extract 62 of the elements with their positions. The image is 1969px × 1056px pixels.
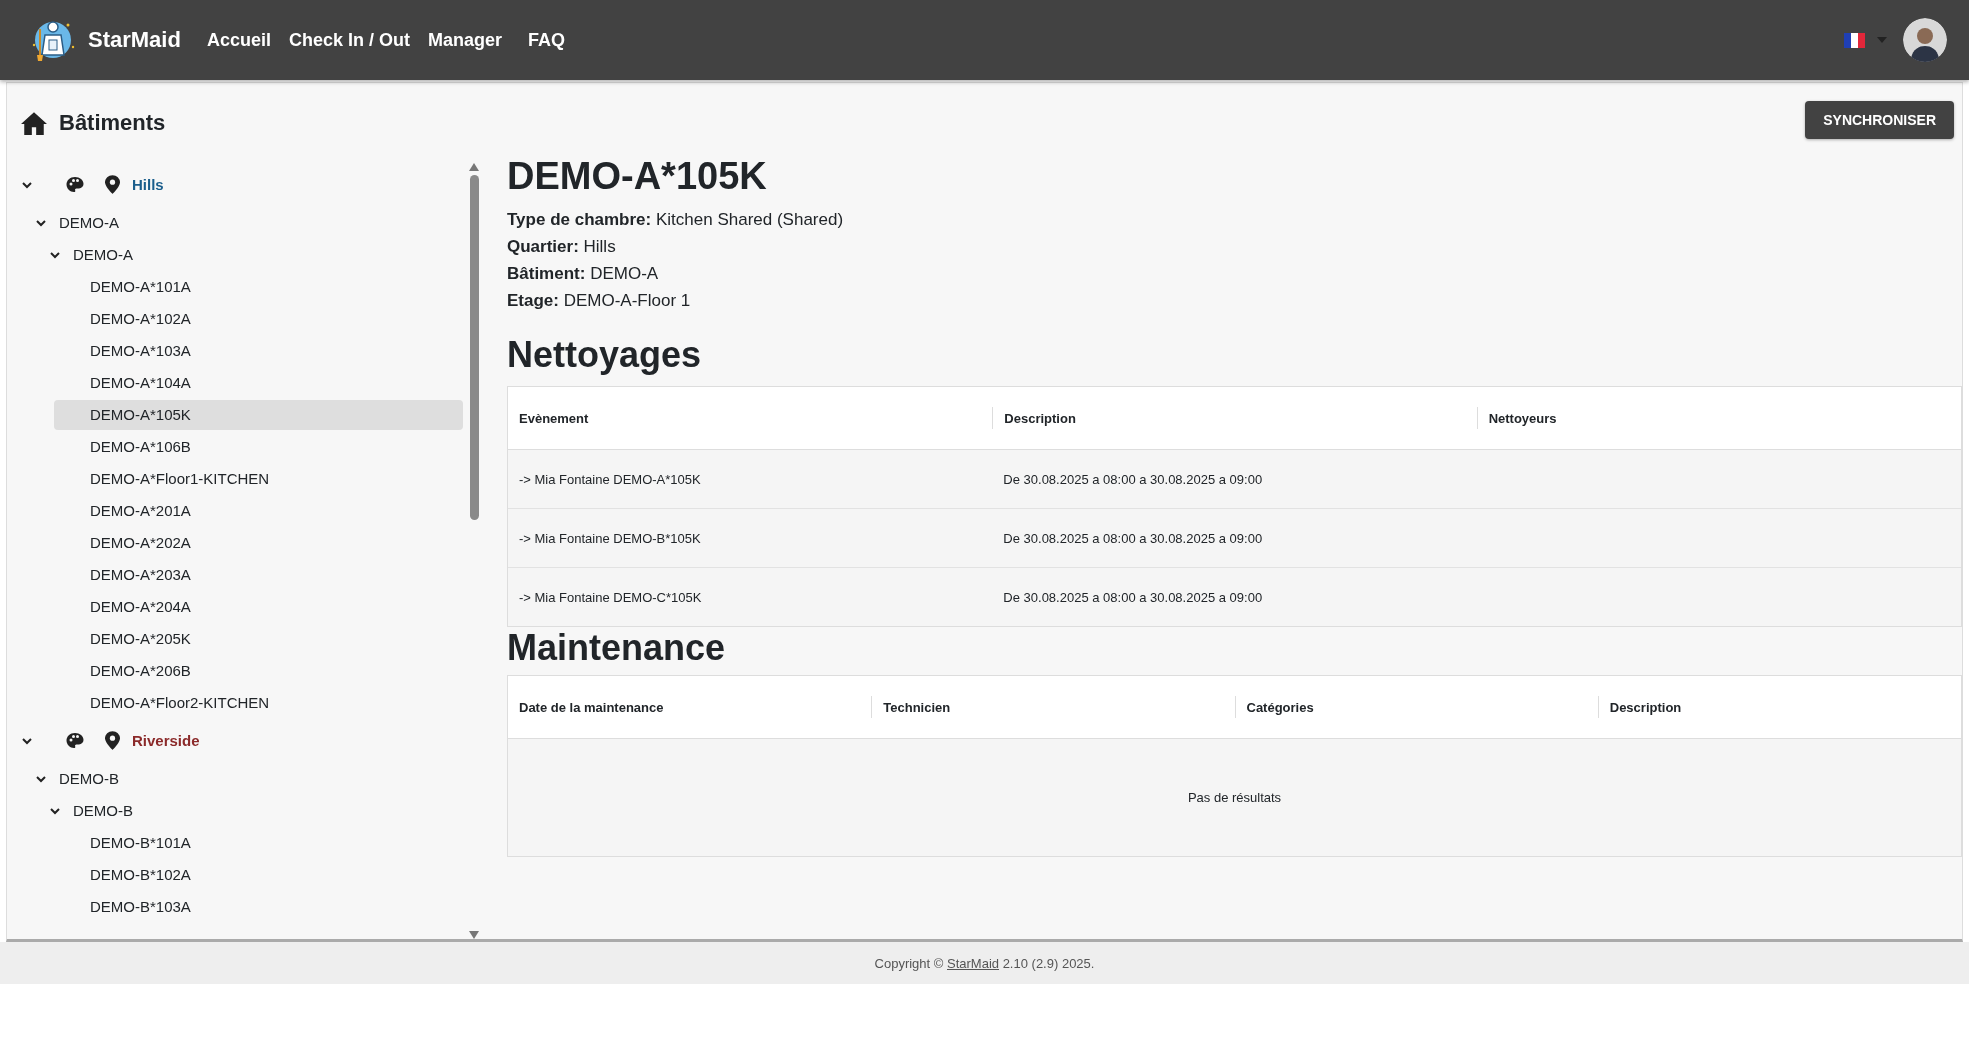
room-item[interactable]: DEMO-A*206B	[54, 655, 463, 686]
starmaid-link[interactable]: StarMaid	[947, 955, 1000, 971]
column-header[interactable]: Evènement	[519, 410, 589, 426]
palette-icon[interactable]	[65, 730, 85, 751]
room-item[interactable]: DEMO-A*104A	[54, 367, 463, 398]
room-item[interactable]: DEMO-A*103A	[54, 335, 463, 366]
room-item[interactable]: DEMO-A*106B	[54, 431, 463, 462]
room-item[interactable]: DEMO-A*204A	[54, 591, 463, 622]
sync-button[interactable]: SYNCHRONISER	[1805, 101, 1954, 139]
table-cell: -> Mia Fontaine DEMO-B*105K	[519, 530, 701, 546]
scroll-up-icon[interactable]	[469, 162, 479, 171]
room-item[interactable]: DEMO-A*205K	[54, 623, 463, 654]
room-item[interactable]: DEMO-A*201A	[54, 495, 463, 526]
table-cell: De 30.08.2025 a 08:00 a 30.08.2025 a 09:00	[1003, 530, 1263, 546]
column-header[interactable]: Catégories	[1246, 699, 1314, 715]
nav-link[interactable]: Check In / Out	[288, 29, 410, 51]
room-item[interactable]: DEMO-B*103A	[54, 891, 463, 922]
room-item[interactable]: DEMO-A*203A	[54, 559, 463, 590]
room-detail: Bâtiment: DEMO-A	[507, 263, 660, 285]
room-item[interactable]: DEMO-A*202A	[54, 527, 463, 558]
table-cell: De 30.08.2025 a 08:00 a 30.08.2025 a 09:00	[1003, 471, 1263, 487]
section-heading: Nettoyages	[507, 334, 703, 376]
building-name[interactable]: DEMO-A	[59, 214, 119, 232]
building-name[interactable]: DEMO-B	[59, 770, 119, 788]
room-item[interactable]: DEMO-A*Floor1-KITCHEN	[54, 463, 463, 494]
copyright-text: Copyright © StarMaid 2.10 (2.9) 2025.	[874, 955, 1095, 971]
room-item[interactable]: DEMO-B*101A	[54, 827, 463, 858]
column-header[interactable]: Description	[1004, 410, 1076, 426]
table-cell: -> Mia Fontaine DEMO-A*105K	[519, 471, 701, 487]
room-item[interactable]: DEMO-B*102A	[54, 859, 463, 890]
home-icon	[21, 110, 47, 135]
sidebar-title: Bâtiments	[59, 109, 166, 136]
neighborhood-name[interactable]: Hills	[132, 176, 164, 194]
room-item[interactable]: DEMO-A*105K	[54, 399, 463, 430]
room-detail: Type de chambre: Kitchen Shared (Shared)	[507, 209, 845, 231]
table-cell: De 30.08.2025 a 08:00 a 30.08.2025 a 09:00	[1003, 589, 1263, 605]
nav-link[interactable]: Manager	[428, 29, 502, 51]
neighborhood-name[interactable]: Riverside	[132, 732, 200, 750]
nav-link[interactable]: FAQ	[528, 29, 566, 51]
room-detail: Quartier: Hills	[507, 236, 617, 258]
brand-name[interactable]: StarMaid	[88, 27, 181, 53]
floor-name[interactable]: DEMO-B	[73, 802, 133, 820]
section-heading: Maintenance	[507, 627, 727, 669]
room-title: DEMO-A*105K	[507, 155, 767, 198]
column-header[interactable]: Date de la maintenance	[519, 699, 664, 715]
scroll-down-icon[interactable]	[469, 931, 479, 939]
table-cell: -> Mia Fontaine DEMO-C*105K	[519, 589, 702, 605]
room-item[interactable]: DEMO-A*Floor2-KITCHEN	[54, 687, 463, 718]
room-detail: Etage: DEMO-A-Floor 1	[507, 290, 692, 312]
floor-name[interactable]: DEMO-A	[73, 246, 133, 264]
room-item[interactable]: DEMO-A*102A	[54, 303, 463, 334]
column-header[interactable]: Description	[1609, 699, 1682, 715]
nav-link[interactable]: Accueil	[206, 29, 271, 51]
map-pin-icon[interactable]	[105, 731, 120, 751]
palette-icon[interactable]	[65, 174, 85, 195]
column-header[interactable]: Technicien	[883, 699, 951, 715]
french-flag-icon[interactable]	[1844, 32, 1865, 48]
room-item[interactable]: DEMO-A*101A	[54, 271, 463, 302]
column-header[interactable]: Nettoyeurs	[1488, 410, 1557, 426]
avatar[interactable]	[1903, 18, 1947, 62]
map-pin-icon[interactable]	[105, 175, 120, 195]
empty-message: Pas de résultats	[1187, 790, 1282, 805]
